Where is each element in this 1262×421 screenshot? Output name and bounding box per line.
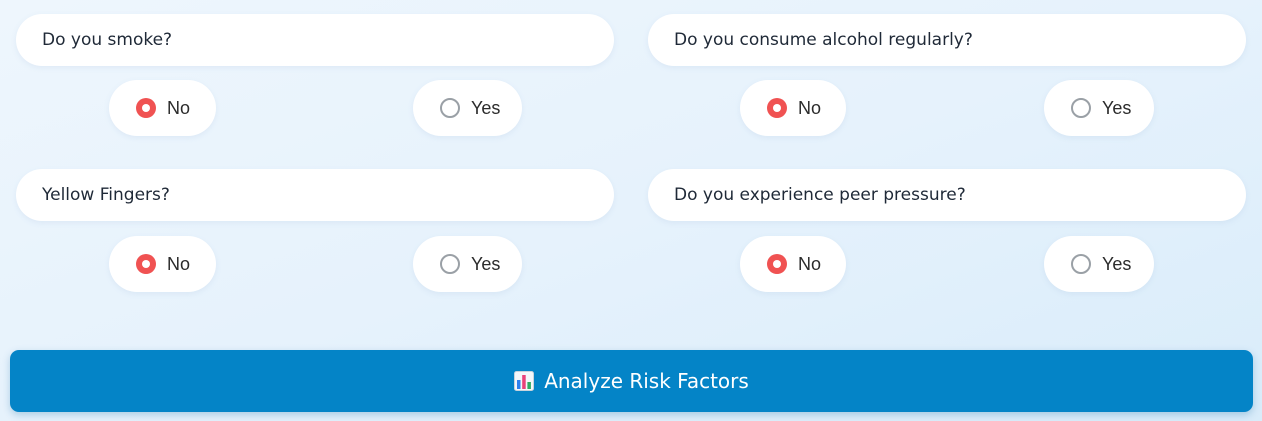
question-label: Yellow Fingers? [42,185,170,205]
radio-checked-icon[interactable] [136,98,156,118]
radio-unchecked-icon[interactable] [440,254,460,274]
peer-pressure-option-no[interactable]: No [740,236,846,292]
question-peer-pressure: Do you experience peer pressure? [648,169,1246,221]
alcohol-option-yes[interactable]: Yes [1044,80,1154,136]
smoke-option-no[interactable]: No [109,80,216,136]
analyze-risk-factors-button[interactable]: Analyze Risk Factors [10,350,1253,412]
radio-unchecked-icon[interactable] [440,98,460,118]
option-label: No [798,253,822,274]
radio-checked-icon[interactable] [136,254,156,274]
question-smoke: Do you smoke? [16,14,614,66]
bar-chart-icon [514,371,535,391]
option-label: Yes [471,97,501,118]
option-label: Yes [1102,253,1132,274]
option-label: Yes [471,253,501,274]
radio-unchecked-icon[interactable] [1071,254,1091,274]
option-label: No [167,253,191,274]
yellow-fingers-option-no[interactable]: No [109,236,216,292]
question-label: Do you experience peer pressure? [674,185,966,205]
alcohol-option-no[interactable]: No [740,80,846,136]
peer-pressure-option-yes[interactable]: Yes [1044,236,1154,292]
question-label: Do you smoke? [42,30,173,50]
analyze-button-label: Analyze Risk Factors [544,369,749,393]
radio-checked-icon[interactable] [767,98,787,118]
question-label: Do you consume alcohol regularly? [674,30,973,50]
option-label: No [798,97,822,118]
question-yellow-fingers: Yellow Fingers? [16,169,614,221]
option-label: Yes [1102,97,1132,118]
radio-checked-icon[interactable] [767,254,787,274]
yellow-fingers-option-yes[interactable]: Yes [413,236,522,292]
smoke-option-yes[interactable]: Yes [413,80,522,136]
option-label: No [167,97,191,118]
question-alcohol: Do you consume alcohol regularly? [648,14,1246,66]
radio-unchecked-icon[interactable] [1071,98,1091,118]
